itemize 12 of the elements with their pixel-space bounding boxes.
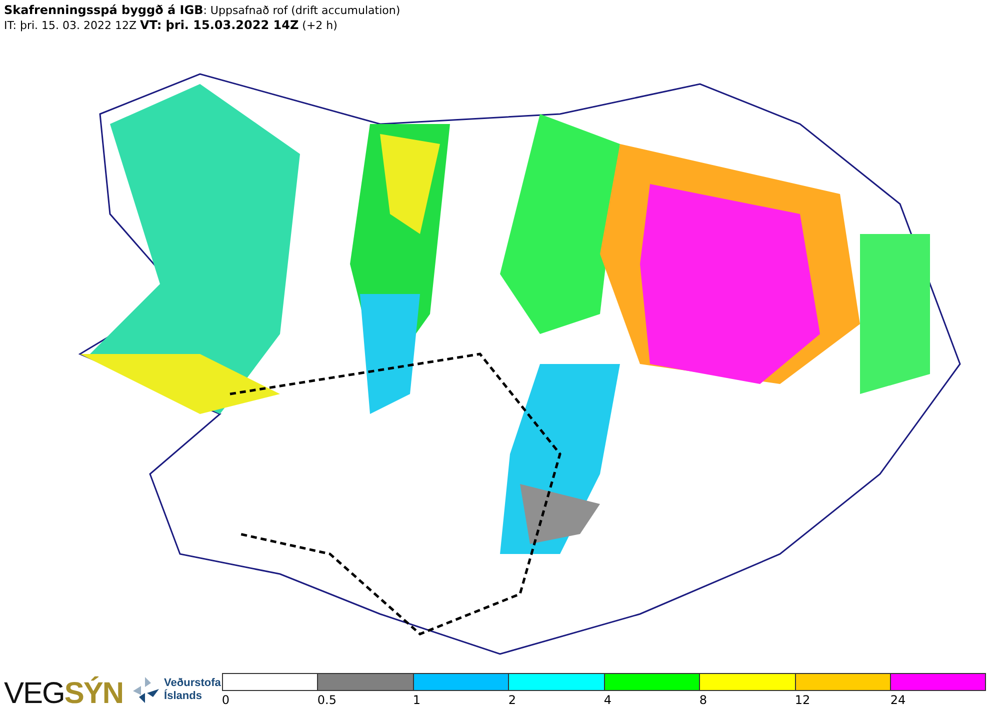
legend-label: 2: [508, 693, 516, 707]
forecast-time: IT: þri. 15. 03. 2022 12Z VT: þri. 15.03.2022 14Z (+2 h): [4, 18, 338, 33]
arrows-logo-icon: [131, 675, 162, 705]
legend-label: 0.5: [317, 693, 336, 707]
legend-label: 24: [890, 693, 906, 707]
legend-label: 12: [794, 693, 810, 707]
legend-label: 0: [222, 693, 230, 707]
legend-label: 4: [604, 693, 612, 707]
map-title: Skafrenningsspá byggð á IGB: Uppsafnað rof (drift accumulation): [4, 3, 402, 18]
vedurstofa-logo: Veðurstofa Íslands: [164, 677, 221, 703]
legend-label: 1: [412, 693, 421, 707]
legend-label: 8: [699, 693, 708, 707]
